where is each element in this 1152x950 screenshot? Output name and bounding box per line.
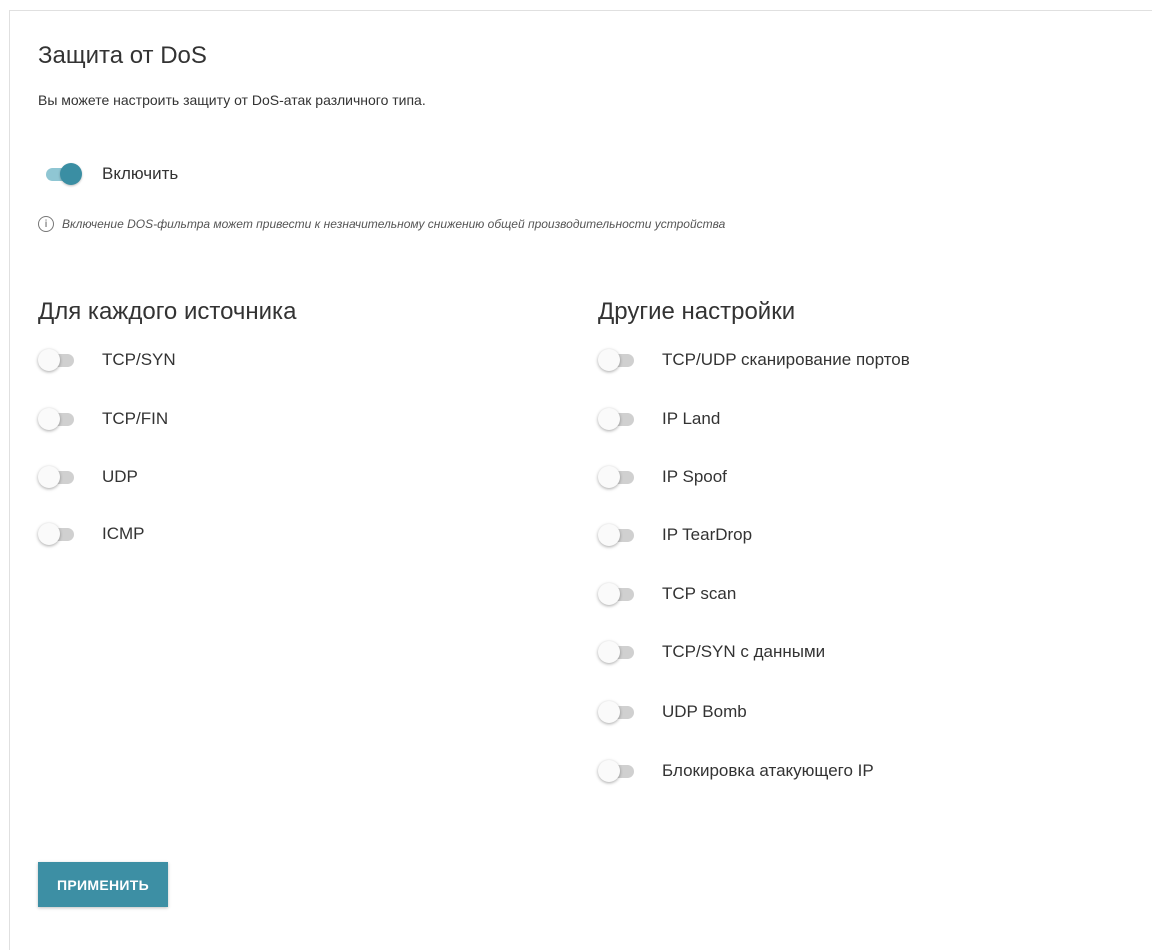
- toggle-label: IP Land: [662, 409, 721, 428]
- toggle-row-tcp-scan: TCP scan: [598, 582, 736, 606]
- toggle-tcp-syn[interactable]: [38, 348, 76, 372]
- toggle-row-ip-spoof: IP Spoof: [598, 465, 727, 489]
- toggle-row-tcp-syn-data: TCP/SYN с данными: [598, 640, 825, 664]
- toggle-tcp-syn-data[interactable]: [598, 640, 636, 664]
- toggle-row-block-attacker-ip: Блокировка атакующего IP: [598, 759, 874, 783]
- toggle-udp-bomb[interactable]: [598, 700, 636, 724]
- apply-button[interactable]: ПРИМЕНИТЬ: [38, 862, 168, 907]
- toggle-label: TCP/UDP сканирование портов: [662, 350, 910, 369]
- toggle-row-icmp: ICMP: [38, 522, 145, 546]
- toggle-label: TCP/SYN: [102, 350, 176, 369]
- toggle-row-port-scan: TCP/UDP сканирование портов: [598, 348, 910, 372]
- page-title: Защита от DoS: [38, 42, 207, 69]
- enable-toggle[interactable]: [42, 162, 82, 186]
- toggle-row-tcp-fin: TCP/FIN: [38, 407, 168, 431]
- toggle-label: Блокировка атакующего IP: [662, 761, 874, 780]
- toggle-row-ip-land: IP Land: [598, 407, 720, 431]
- toggle-label: UDP: [102, 467, 138, 486]
- per-source-title: Для каждого источника: [38, 298, 297, 325]
- toggle-udp[interactable]: [38, 465, 76, 489]
- enable-row: Включить: [42, 160, 178, 188]
- toggle-label: TCP/FIN: [102, 409, 169, 428]
- other-settings-title: Другие настройки: [598, 298, 796, 325]
- toggle-ip-spoof[interactable]: [598, 465, 636, 489]
- enable-label: Включить: [102, 164, 179, 183]
- note-text: Включение DOS-фильтра может привести к н…: [62, 217, 726, 231]
- toggle-label: ICMP: [102, 524, 145, 543]
- toggle-row-tcp-syn: TCP/SYN: [38, 348, 176, 372]
- toggle-label: TCP/SYN с данными: [662, 642, 826, 661]
- toggle-tcp-fin[interactable]: [38, 407, 76, 431]
- toggle-label: IP Spoof: [662, 467, 727, 486]
- page-description: Вы можете настроить защиту от DoS-атак р…: [38, 92, 426, 108]
- content-panel: [9, 10, 1152, 950]
- toggle-tcp-scan[interactable]: [598, 582, 636, 606]
- toggle-port-scan[interactable]: [598, 348, 636, 372]
- toggle-block-attacker-ip[interactable]: [598, 759, 636, 783]
- toggle-row-udp-bomb: UDP Bomb: [598, 700, 747, 724]
- info-icon: i: [38, 216, 54, 232]
- toggle-label: UDP Bomb: [662, 702, 747, 721]
- toggle-icmp[interactable]: [38, 522, 76, 546]
- toggle-label: IP TearDrop: [662, 525, 753, 544]
- performance-note: i Включение DOS-фильтра может привести к…: [38, 216, 725, 232]
- toggle-ip-land[interactable]: [598, 407, 636, 431]
- toggle-row-udp: UDP: [38, 465, 138, 489]
- toggle-label: TCP scan: [662, 584, 737, 603]
- toggle-ip-teardrop[interactable]: [598, 523, 636, 547]
- toggle-row-ip-teardrop: IP TearDrop: [598, 523, 752, 547]
